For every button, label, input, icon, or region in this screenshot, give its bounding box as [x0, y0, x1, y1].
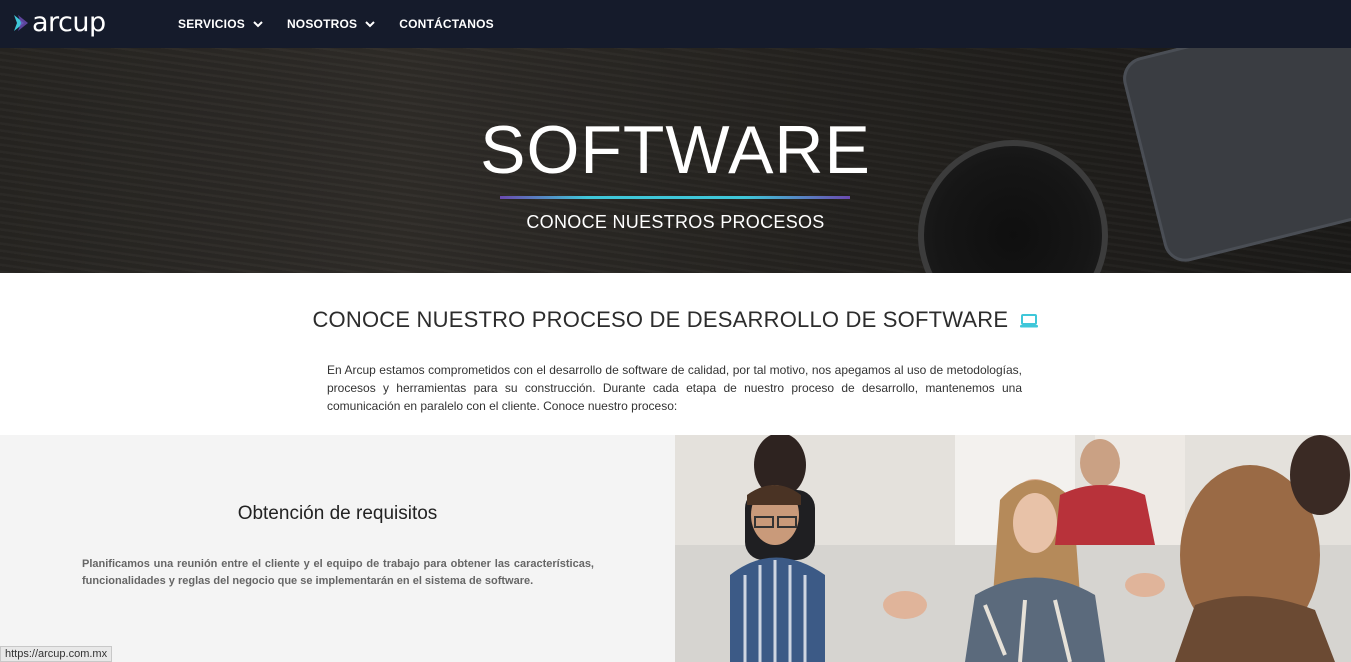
nav-nosotros-label: NOSOTROS	[286, 17, 358, 31]
section-heading-text: CONOCE NUESTRO PROCESO DE DESARROLLO DE …	[312, 307, 1009, 332]
hero-underline	[500, 196, 850, 199]
chevron-down-icon	[253, 21, 263, 28]
top-nav-bar: arcup SERVICIOS NOSOTROS CONTÁCTANOS	[0, 0, 1351, 48]
process-step-text: Planificamos una reunión entre el client…	[82, 558, 594, 587]
arcup-logo[interactable]: arcup	[12, 8, 106, 38]
chevron-down-icon	[365, 21, 375, 28]
nav-servicios-label: SERVICIOS	[178, 17, 245, 31]
nav-contactanos-label: CONTÁCTANOS	[399, 17, 494, 31]
team-meeting-photo	[675, 435, 1351, 662]
hero-subtitle: CONOCE NUESTROS PROCESOS	[526, 212, 825, 232]
main-menu: SERVICIOS NOSOTROS CONTÁCTANOS	[178, 0, 518, 48]
process-step-title: Obtención de requisitos	[237, 503, 438, 524]
team-meeting-illustration	[675, 435, 1351, 662]
hero-banner: SOFTWARE CONOCE NUESTROS PROCESOS	[0, 48, 1351, 273]
logo-text: arcup	[32, 7, 106, 38]
nav-contactanos[interactable]: CONTÁCTANOS	[399, 17, 494, 31]
intro-paragraph: En Arcup estamos comprometidos con el de…	[327, 363, 1022, 413]
hero-title: SOFTWARE	[480, 112, 871, 188]
laptop-icon	[1019, 314, 1038, 328]
nav-servicios[interactable]: SERVICIOS	[178, 17, 263, 31]
section-heading: CONOCE NUESTRO PROCESO DE DESARROLLO DE …	[0, 307, 1351, 333]
status-bar-url: https://arcup.com.mx	[0, 646, 113, 662]
logo-chevron-icon	[14, 15, 28, 31]
process-step-panel	[0, 435, 675, 662]
nav-nosotros[interactable]: NOSOTROS	[287, 17, 375, 31]
